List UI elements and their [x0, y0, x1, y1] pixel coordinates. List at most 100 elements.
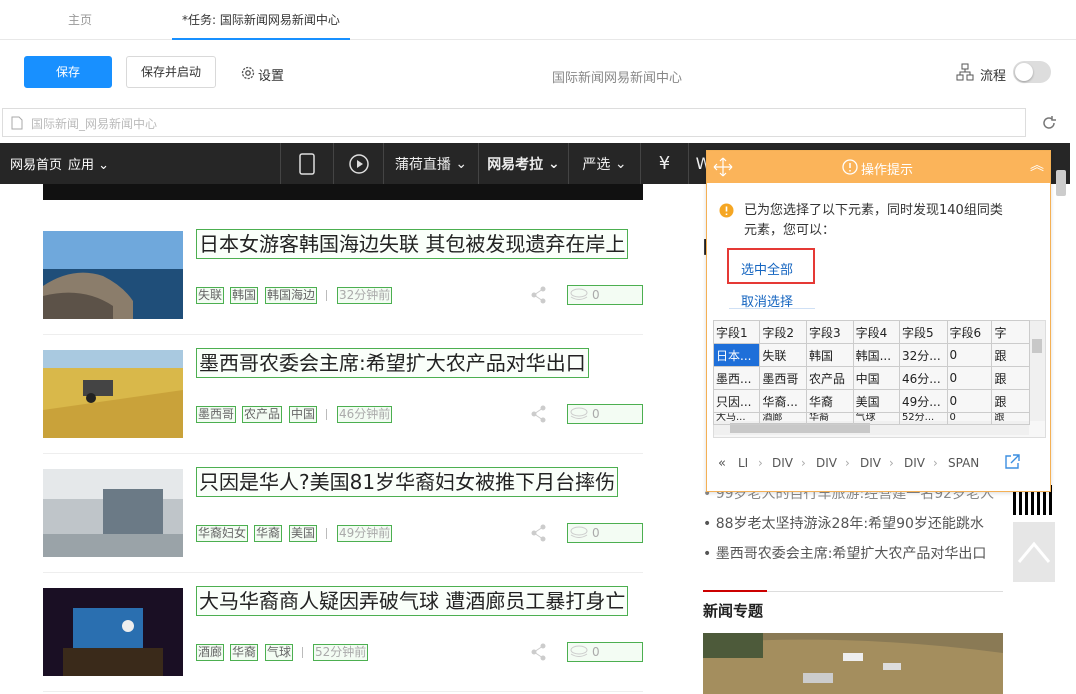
table-cell[interactable]: 跟 — [991, 389, 1030, 413]
table-row: 日本... 失联 韩国 韩国... 32分... 0 跟 — [712, 343, 1030, 367]
settings-label[interactable]: 设置 — [258, 65, 284, 84]
table-cell[interactable]: 49分... — [898, 389, 948, 413]
news-image-stage[interactable] — [43, 588, 183, 676]
news-time: 46分钟前 — [337, 406, 393, 423]
table-cell[interactable]: 跟 — [991, 412, 1030, 425]
table-cell[interactable]: 跟 — [991, 366, 1030, 390]
tab-bar: 主页 *任务: 国际新闻网易新闻中心 — [0, 0, 1076, 40]
breadcrumb-item[interactable]: DIV — [904, 456, 925, 470]
nav-kaola[interactable]: 网易考拉 ⌄ — [478, 143, 568, 184]
table-cell[interactable]: 跟 — [991, 343, 1030, 367]
news-tag[interactable]: 韩国海边 — [265, 287, 318, 304]
flow-toggle[interactable] — [1013, 61, 1051, 83]
flow-label[interactable]: 流程 — [980, 65, 1006, 84]
share-icon[interactable] — [529, 523, 549, 543]
comment-count[interactable]: 0 — [567, 285, 643, 305]
breadcrumb-back-icon[interactable]: « — [718, 456, 726, 471]
news-tag[interactable]: 失联 — [196, 287, 225, 304]
table-cell[interactable]: 气球 — [852, 412, 900, 425]
table-cell[interactable]: 华裔... — [759, 389, 807, 413]
news-tag[interactable]: 酒廊 — [196, 644, 225, 661]
breadcrumb-item[interactable]: DIV — [772, 456, 793, 470]
news-tag[interactable]: 墨西哥 — [196, 406, 237, 423]
move-icon[interactable] — [713, 157, 733, 177]
gear-icon[interactable] — [240, 65, 256, 81]
share-icon[interactable] — [529, 285, 549, 305]
table-cell[interactable]: 华裔 — [805, 389, 854, 413]
tab-task[interactable]: *任务: 国际新闻网易新闻中心 — [172, 0, 350, 40]
right-news-link[interactable]: • 墨西哥农委会主席:希望扩大农产品对华出口 — [703, 543, 986, 563]
news-tag[interactable]: 华裔 — [254, 525, 283, 542]
page-scrollbar-thumb[interactable] — [1056, 170, 1066, 196]
table-cell[interactable]: 46分... — [898, 366, 948, 390]
table-cell[interactable]: 52分... — [898, 412, 948, 425]
url-text[interactable]: 国际新闻_网易新闻中心 — [31, 115, 157, 132]
comment-count[interactable]: 0 — [567, 523, 643, 543]
nav-lotus-live[interactable]: 蒲荷直播 ⌄ — [383, 143, 478, 184]
table-cell[interactable]: 美国 — [852, 389, 900, 413]
vscroll-thumb[interactable] — [1032, 339, 1042, 353]
select-all-link[interactable]: 选中全部 — [741, 259, 793, 278]
collapse-icon[interactable]: ︽ — [1030, 155, 1044, 175]
table-cell[interactable]: 只因... — [712, 389, 761, 413]
flow-icon[interactable] — [956, 63, 974, 81]
breadcrumb-item[interactable]: SPAN — [948, 456, 979, 470]
news-image-subway[interactable] — [43, 469, 183, 557]
table-cell[interactable]: 大马... — [712, 412, 761, 425]
table-cell[interactable]: 墨西哥 — [759, 366, 807, 390]
save-button[interactable]: 保存 — [24, 56, 112, 88]
table-cell[interactable]: 日本... — [712, 343, 761, 367]
table-cell[interactable]: 0 — [946, 343, 993, 367]
table-cell[interactable]: 酒廊 — [759, 412, 807, 425]
share-icon[interactable] — [529, 404, 549, 424]
nav-home-link[interactable]: 网易首页 — [10, 154, 62, 173]
nav-apps-link[interactable]: 应用 ⌄ — [68, 154, 109, 173]
yen-icon[interactable]: ¥ — [640, 143, 688, 184]
table-cell[interactable]: 中国 — [852, 366, 900, 390]
breadcrumb-item[interactable]: DIV — [816, 456, 837, 470]
refresh-icon[interactable] — [1040, 114, 1058, 132]
external-link-icon[interactable] — [1003, 453, 1021, 471]
comment-count[interactable]: 0 — [567, 404, 643, 424]
right-news-link[interactable]: • 88岁老太坚持游泳28年:希望90岁还能跳水 — [703, 513, 984, 533]
tab-home[interactable]: 主页 — [68, 0, 92, 40]
table-cell[interactable]: 韩国 — [805, 343, 854, 367]
news-tag[interactable]: 韩国 — [230, 287, 259, 304]
news-tag[interactable]: 气球 — [265, 644, 294, 661]
back-to-top-button[interactable] — [1013, 522, 1055, 582]
mobile-icon[interactable] — [280, 143, 333, 184]
news-tag[interactable]: 美国 — [289, 525, 318, 542]
breadcrumb-item[interactable]: LI — [738, 456, 748, 470]
table-cell[interactable]: 32分... — [898, 343, 948, 367]
news-divider — [43, 334, 643, 335]
url-bar[interactable]: 国际新闻_网易新闻中心 — [2, 108, 1026, 137]
comment-count[interactable]: 0 — [567, 642, 643, 662]
news-title[interactable]: 大马华裔商人疑因弄破气球 遭酒廊员工暴打身亡 — [196, 586, 629, 616]
news-tag[interactable]: 华裔妇女 — [196, 525, 249, 542]
news-title[interactable]: 只因是华人?美国81岁华裔妇女被推下月台摔伤 — [196, 467, 619, 497]
breadcrumb-item[interactable]: DIV — [860, 456, 881, 470]
table-cell[interactable]: 墨西... — [712, 366, 761, 390]
flood-image[interactable] — [703, 633, 1003, 694]
news-title[interactable]: 日本女游客韩国海边失联 其包被发现遗弃在岸上 — [196, 229, 629, 259]
table-cell[interactable]: 韩国... — [852, 343, 900, 367]
news-image-coast[interactable] — [43, 231, 183, 319]
table-cell[interactable]: 0 — [946, 366, 993, 390]
news-tag[interactable]: 华裔 — [230, 644, 259, 661]
nav-yanxuan[interactable]: 严选 ⌄ — [568, 143, 640, 184]
video-icon[interactable] — [333, 143, 383, 184]
news-tag[interactable]: 中国 — [289, 406, 318, 423]
table-cell[interactable]: 0 — [946, 389, 993, 413]
share-icon[interactable] — [529, 642, 549, 662]
table-cell[interactable]: 农产品 — [805, 366, 854, 390]
table-cell[interactable]: 华裔 — [805, 412, 854, 425]
save-and-start-button[interactable]: 保存并启动 — [126, 56, 216, 88]
table-cell[interactable]: 0 — [946, 412, 993, 425]
news-title[interactable]: 墨西哥农委会主席:希望扩大农产品对华出口 — [196, 348, 589, 378]
news-tag[interactable]: 农产品 — [242, 406, 283, 423]
table-vscrollbar[interactable] — [1029, 321, 1045, 421]
table-cell[interactable]: 失联 — [759, 343, 807, 367]
comment-icon — [570, 526, 588, 538]
news-image-farm[interactable] — [43, 350, 183, 438]
table-row: 只因... 华裔... 华裔 美国 49分... 0 跟 — [712, 389, 1030, 413]
